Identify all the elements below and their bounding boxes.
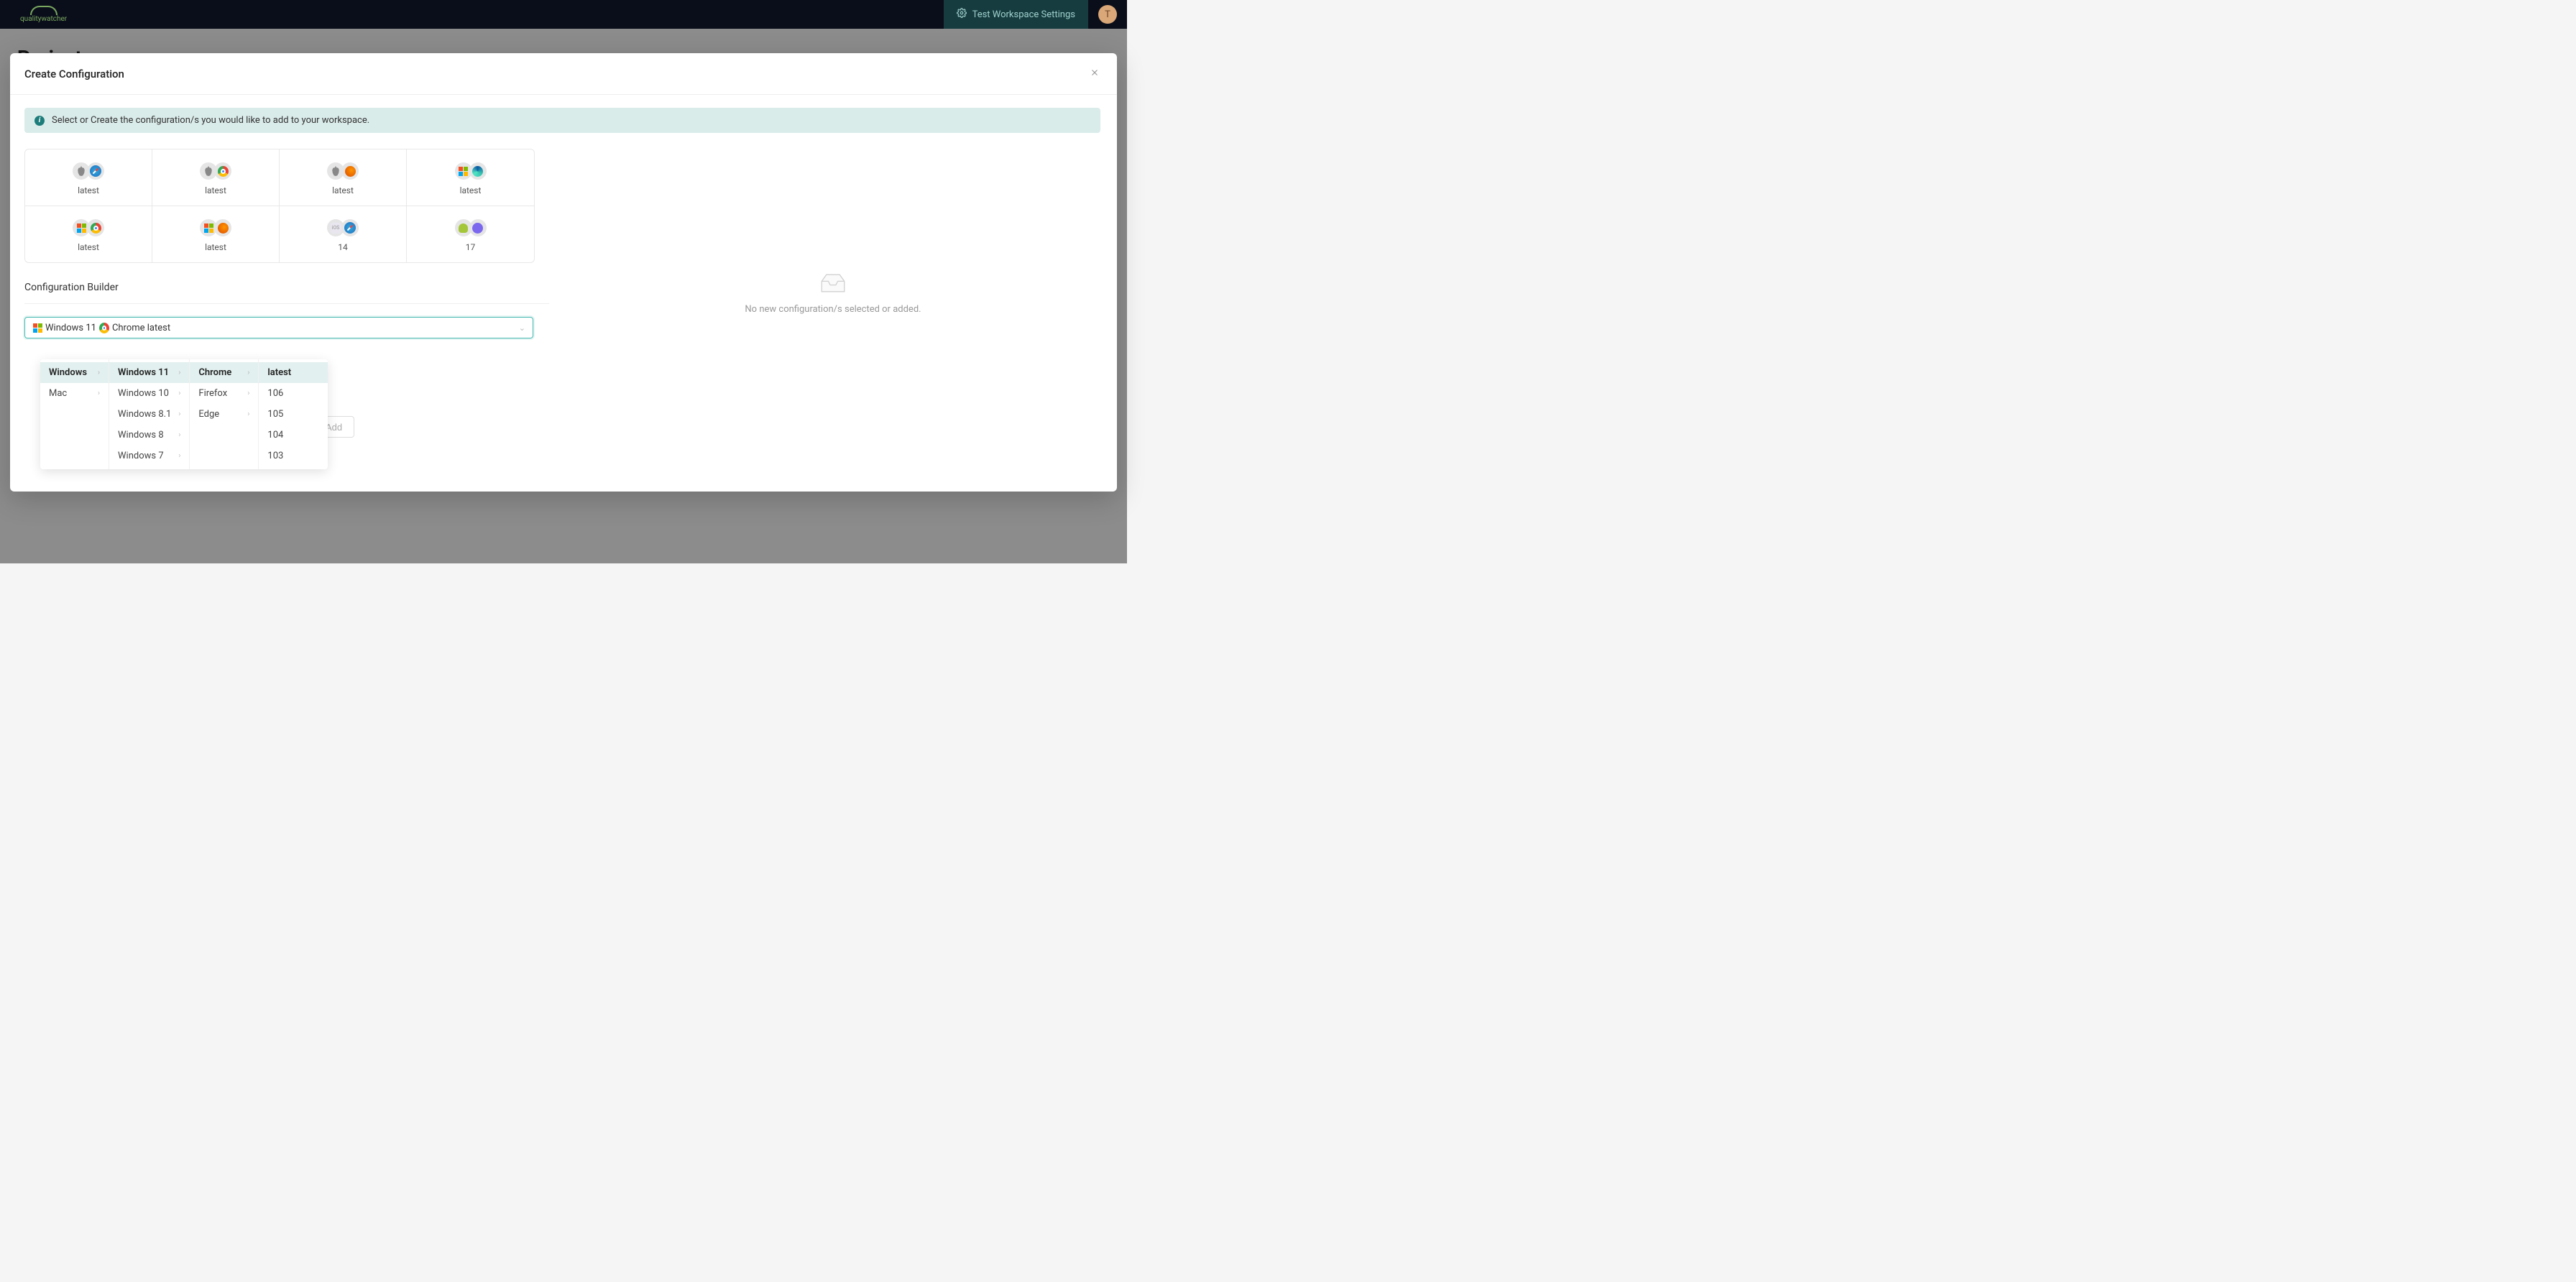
- brand-name: qualitywatcher: [20, 16, 67, 23]
- chevron-right-icon: ›: [247, 389, 249, 397]
- preset-config-windows-firefox[interactable]: latest: [152, 206, 280, 262]
- firefox-icon: [341, 162, 359, 180]
- cascader-column-1: Windows 11›Windows 10›Windows 8.1›Window…: [109, 359, 190, 469]
- cascader-option-windows-10[interactable]: Windows 10 ›: [109, 383, 189, 404]
- cascader-option-windows-81[interactable]: Windows 8.1 ›: [109, 404, 189, 425]
- chevron-right-icon: ›: [178, 452, 180, 460]
- workspace-settings-label: Test Workspace Settings: [972, 9, 1075, 20]
- preset-label: 17: [466, 242, 476, 252]
- cascader-option-label: 103: [267, 451, 283, 461]
- cascader-option-label: Windows 11: [118, 367, 169, 378]
- chevron-right-icon: ›: [98, 369, 100, 377]
- samsung-icon: [469, 219, 487, 236]
- divider: [24, 303, 549, 304]
- windows-icon: [32, 323, 42, 333]
- inbox-icon: [818, 272, 848, 294]
- workspace-settings-button[interactable]: Test Workspace Settings: [944, 0, 1088, 29]
- chevron-right-icon: ›: [178, 410, 180, 418]
- safari-icon: [341, 219, 359, 236]
- cascader-option-label: Chrome: [198, 367, 231, 378]
- cascader-option-mac[interactable]: Mac ›: [40, 383, 109, 404]
- preset-config-windows-edge[interactable]: latest: [407, 149, 534, 206]
- cascader-option-label: Windows: [49, 367, 87, 378]
- info-text: Select or Create the configuration/s you…: [52, 115, 369, 126]
- cascader-option-chrome[interactable]: Chrome ›: [190, 362, 258, 383]
- cascader-option-label: Windows 8: [118, 430, 164, 441]
- cascader-option-label: 104: [267, 430, 283, 441]
- preset-label: latest: [205, 242, 226, 252]
- cascader-option-windows[interactable]: Windows ›: [40, 362, 109, 383]
- config-cascader-select[interactable]: Windows 11 Chrome latest ⌄: [24, 317, 533, 338]
- close-icon[interactable]: [1087, 63, 1103, 84]
- cascader-dropdown: Windows›Mac›Windows 11›Windows 10›Window…: [40, 359, 328, 469]
- cascader-option-label: Windows 7: [118, 451, 164, 461]
- app-header: qualitywatcher Test Workspace Settings T: [0, 0, 1127, 29]
- empty-state: No new configuration/s selected or added…: [564, 108, 1103, 479]
- chrome-icon: [99, 323, 109, 333]
- safari-icon: [87, 162, 104, 180]
- cascader-option-label: Mac: [49, 388, 67, 399]
- preset-label: 14: [338, 242, 348, 252]
- chevron-down-icon: ⌄: [519, 323, 525, 333]
- preset-label: latest: [78, 185, 99, 195]
- chrome-icon: [87, 219, 104, 236]
- cascader-option-label: latest: [267, 367, 291, 378]
- preset-config-ios-safari[interactable]: iOS14: [280, 206, 407, 262]
- cascader-option-label: Firefox: [198, 388, 227, 399]
- cascader-option-105[interactable]: 105: [259, 404, 328, 425]
- cascader-browser-text: Chrome latest: [112, 323, 170, 333]
- chevron-right-icon: ›: [178, 389, 180, 397]
- chevron-right-icon: ›: [247, 369, 249, 377]
- cascader-option-103[interactable]: 103: [259, 446, 328, 466]
- cascader-option-label: Windows 8.1: [118, 409, 171, 420]
- chrome-icon: [214, 162, 231, 180]
- preset-config-mac-firefox[interactable]: latest: [280, 149, 407, 206]
- modal-title: Create Configuration: [24, 68, 124, 80]
- cascader-option-label: Windows 10: [118, 388, 169, 399]
- preset-config-android-samsung[interactable]: 17: [407, 206, 534, 262]
- cascader-option-104[interactable]: 104: [259, 425, 328, 446]
- preset-label: latest: [78, 242, 99, 252]
- modal-header: Create Configuration: [10, 53, 1117, 95]
- chevron-right-icon: ›: [178, 431, 180, 439]
- preset-label: latest: [205, 185, 226, 195]
- cascader-option-firefox[interactable]: Firefox ›: [190, 383, 258, 404]
- empty-state-text: No new configuration/s selected or added…: [745, 304, 921, 315]
- avatar[interactable]: T: [1098, 5, 1117, 24]
- brand-logo[interactable]: qualitywatcher: [20, 6, 67, 23]
- preset-label: latest: [460, 185, 482, 195]
- cascader-column-0: Windows › Mac ›: [40, 359, 109, 469]
- cascader-option-windows-7[interactable]: Windows 7 ›: [109, 446, 189, 466]
- avatar-letter: T: [1105, 9, 1110, 20]
- chevron-right-icon: ›: [98, 389, 100, 397]
- cascader-option-edge[interactable]: Edge ›: [190, 404, 258, 425]
- cascader-option-106[interactable]: 106: [259, 383, 328, 404]
- preset-config-mac-safari[interactable]: latest: [25, 149, 152, 206]
- cascader-option-label: Edge: [198, 409, 219, 420]
- cascader-option-windows-11[interactable]: Windows 11 ›: [109, 362, 189, 383]
- preset-config-grid: latest latest latest latest latest latest iOS1…: [24, 149, 535, 263]
- gear-icon: [957, 8, 967, 21]
- edge-icon: [469, 162, 487, 180]
- cascader-option-windows-8[interactable]: Windows 8 ›: [109, 425, 189, 446]
- cascader-option-latest[interactable]: latest: [259, 362, 328, 383]
- cascader-option-label: 105: [267, 409, 283, 420]
- preset-config-mac-chrome[interactable]: latest: [152, 149, 280, 206]
- builder-section-title: Configuration Builder: [24, 282, 564, 293]
- preset-config-windows-chrome[interactable]: latest: [25, 206, 152, 262]
- chevron-right-icon: ›: [178, 369, 180, 377]
- preset-label: latest: [332, 185, 354, 195]
- cascader-option-label: 106: [267, 388, 283, 399]
- chevron-right-icon: ›: [247, 410, 249, 418]
- cascader-os-text: Windows 11: [45, 323, 96, 333]
- info-icon: i: [34, 116, 45, 126]
- firefox-icon: [214, 219, 231, 236]
- cascader-column-3: latest 106 105 104 103: [259, 359, 328, 469]
- cascader-column-2: Chrome › Firefox › Edge ›: [190, 359, 259, 469]
